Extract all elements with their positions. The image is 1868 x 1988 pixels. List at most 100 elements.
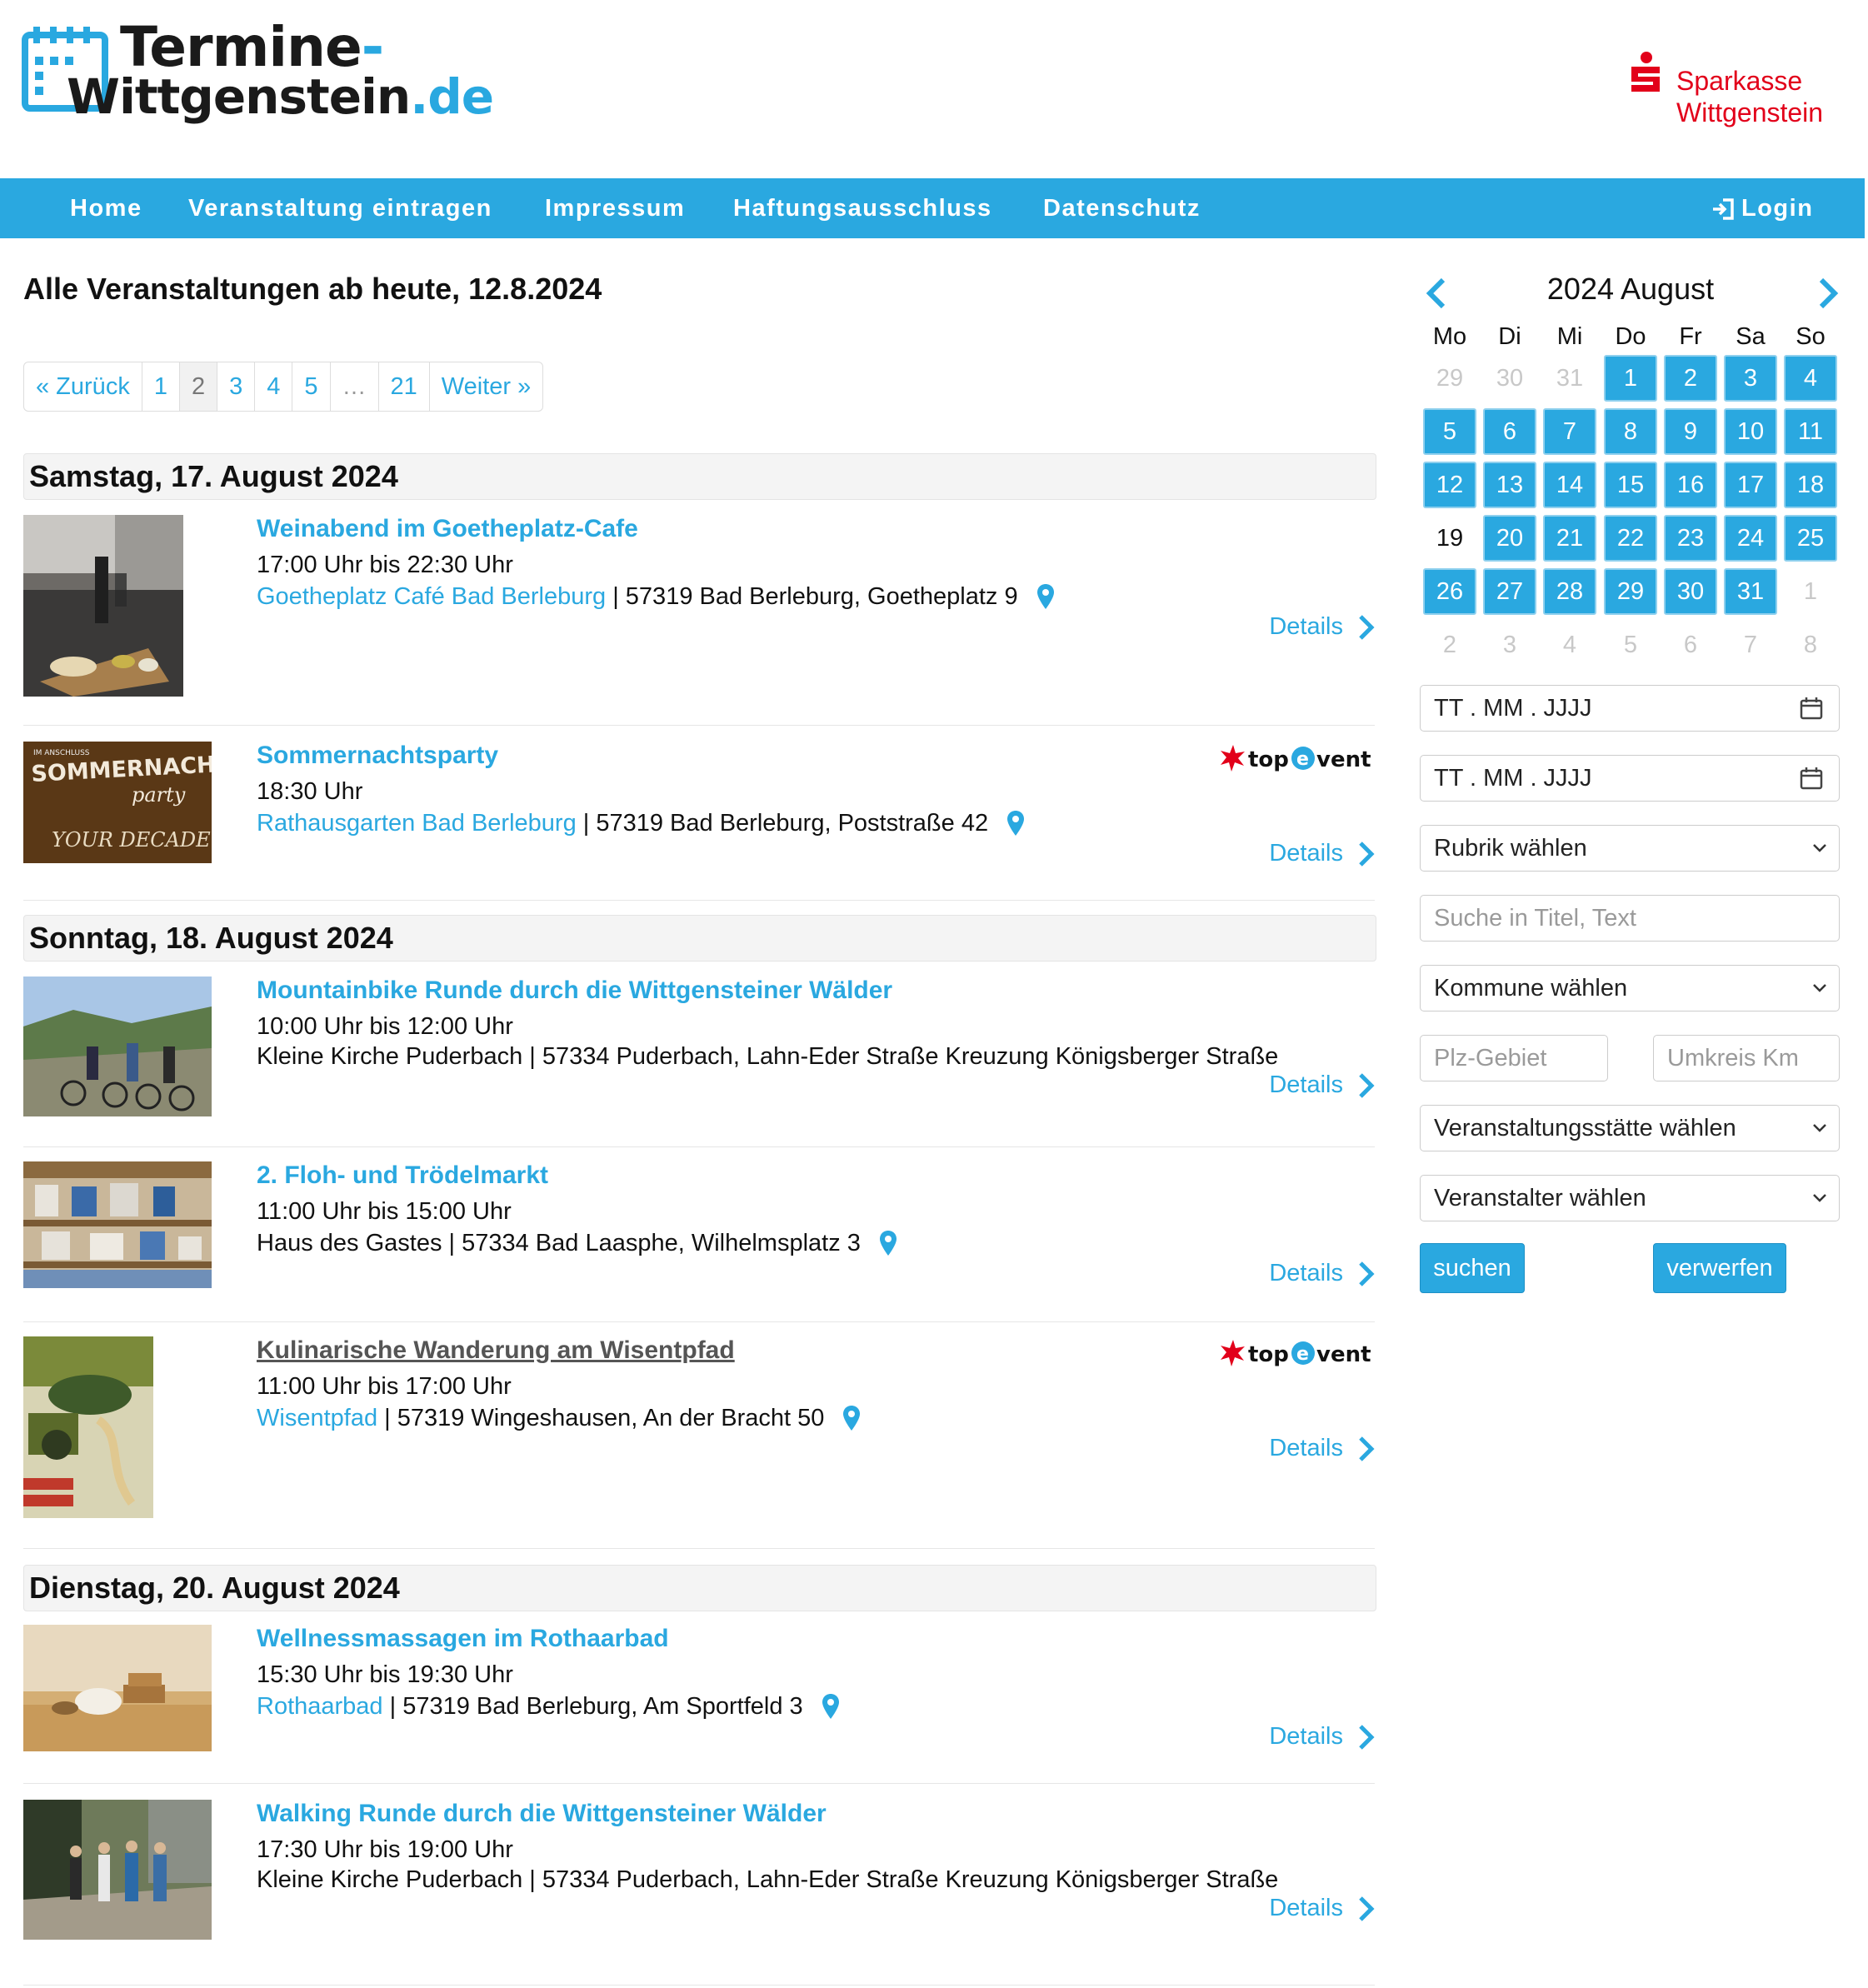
calendar-day[interactable]: 24 — [1724, 515, 1777, 562]
zip-input[interactable]: Plz-Gebiet — [1420, 1035, 1608, 1081]
reset-button[interactable]: verwerfen — [1653, 1243, 1786, 1293]
pagination-page-4[interactable]: 4 — [255, 362, 293, 411]
event-details-link[interactable]: Details — [1269, 613, 1375, 641]
calendar-day[interactable]: 3 — [1724, 355, 1777, 402]
calendar-day[interactable]: 15 — [1604, 462, 1657, 508]
calendar-day[interactable]: 9 — [1664, 408, 1717, 455]
calendar-day[interactable]: 5 — [1423, 408, 1476, 455]
calendar-day[interactable]: 6 — [1483, 408, 1536, 455]
event-venue-link[interactable]: Rathausgarten Bad Berleburg — [257, 810, 577, 837]
calendar-day[interactable]: 20 — [1483, 515, 1536, 562]
event-title[interactable]: Wellnessmassagen im Rothaarbad — [257, 1625, 669, 1653]
calendar-day[interactable]: 12 — [1423, 462, 1476, 508]
map-pin-icon[interactable] — [842, 1405, 861, 1431]
event-image[interactable] — [23, 1625, 212, 1751]
date-to-input[interactable]: TT . MM . JJJJ — [1420, 755, 1840, 802]
calendar-day[interactable]: 1 — [1604, 355, 1657, 402]
search-button[interactable]: suchen — [1420, 1243, 1525, 1293]
nav-home[interactable]: Home — [70, 178, 142, 238]
nav-imprint[interactable]: Impressum — [545, 178, 685, 238]
calendar-day[interactable]: 28 — [1543, 568, 1596, 615]
pagination-page-21[interactable]: 21 — [379, 362, 430, 411]
event-details-link[interactable]: Details — [1269, 1435, 1375, 1462]
event-title[interactable]: Sommernachtsparty — [257, 742, 498, 770]
event-details-link[interactable]: Details — [1269, 840, 1375, 867]
event-title[interactable]: Kulinarische Wanderung am Wisentpfad — [257, 1336, 735, 1365]
calendar-day[interactable]: 7 — [1543, 408, 1596, 455]
map-pin-icon[interactable] — [879, 1230, 897, 1256]
chevron-right-icon — [1359, 1073, 1375, 1099]
event-venue-link[interactable]: Rothaarbad — [257, 1693, 383, 1720]
event-image[interactable] — [23, 1161, 212, 1288]
event-image[interactable] — [23, 1336, 153, 1518]
event-details-link[interactable]: Details — [1269, 1260, 1375, 1287]
radius-input[interactable]: Umkreis Km — [1653, 1035, 1840, 1081]
event-image[interactable] — [23, 1800, 212, 1940]
event-image[interactable] — [23, 515, 183, 697]
calendar-icon[interactable] — [1799, 766, 1824, 791]
date-from-input[interactable]: TT . MM . JJJJ — [1420, 685, 1840, 732]
login-link[interactable]: Login — [1711, 178, 1813, 238]
calendar-day[interactable]: 21 — [1543, 515, 1596, 562]
calendar-day[interactable]: 23 — [1664, 515, 1717, 562]
sponsor-logo[interactable]: Sparkasse Wittgenstein — [1630, 52, 1830, 135]
pagination-page-2-current[interactable]: 2 — [179, 362, 218, 411]
pagination-prev[interactable]: « Zurück — [24, 362, 142, 411]
calendar-day[interactable]: 25 — [1784, 515, 1837, 562]
pagination-page-1[interactable]: 1 — [142, 362, 180, 411]
svg-text:e: e — [1296, 1344, 1309, 1365]
event-address: | 57319 Wingeshausen, An der Bracht 50 — [377, 1405, 825, 1431]
event-details-link[interactable]: Details — [1269, 1895, 1375, 1922]
calendar-day[interactable]: 4 — [1784, 355, 1837, 402]
calendar-icon[interactable] — [1799, 696, 1824, 721]
calendar-day[interactable]: 17 — [1724, 462, 1777, 508]
event-venue-link[interactable]: Wisentpfad — [257, 1405, 377, 1431]
nav-disclaimer[interactable]: Haftungsausschluss — [733, 178, 992, 238]
pagination-page-5[interactable]: 5 — [292, 362, 331, 411]
venue-select[interactable]: Veranstaltungsstätte wählen — [1420, 1105, 1840, 1151]
map-pin-icon[interactable] — [822, 1693, 840, 1720]
calendar-next-icon[interactable] — [1811, 275, 1845, 312]
event-image[interactable]: IM ANSCHLUSS SOMMERNACHTS party YOUR DEC… — [23, 742, 212, 863]
calendar-day[interactable]: 2 — [1664, 355, 1717, 402]
nav-add-event[interactable]: Veranstaltung eintragen — [188, 178, 492, 238]
sponsor-name: Sparkasse Wittgenstein — [1676, 66, 1824, 127]
event-item: top e vent Kulinarische Wanderung am Wis… — [23, 1336, 1375, 1549]
calendar-day[interactable]: 30 — [1664, 568, 1717, 615]
event-details-link[interactable]: Details — [1269, 1071, 1375, 1099]
map-pin-icon[interactable] — [1006, 810, 1025, 837]
organizer-select[interactable]: Veranstalter wählen — [1420, 1175, 1840, 1221]
event-title[interactable]: Mountainbike Runde durch die Wittgenstei… — [257, 977, 892, 1005]
calendar-day[interactable]: 27 — [1483, 568, 1536, 615]
event-details-link[interactable]: Details — [1269, 1723, 1375, 1751]
pagination-next[interactable]: Weiter » — [430, 362, 542, 411]
calendar-day[interactable]: 14 — [1543, 462, 1596, 508]
calendar-day[interactable]: 26 — [1423, 568, 1476, 615]
event-title[interactable]: Walking Runde durch die Wittgensteiner W… — [257, 1800, 827, 1828]
event-title[interactable]: Weinabend im Goetheplatz-Cafe — [257, 515, 638, 543]
site-logo[interactable]: Termine- Wittgenstein.de — [22, 15, 494, 128]
search-input[interactable]: Suche in Titel, Text — [1420, 895, 1840, 942]
nav-privacy[interactable]: Datenschutz — [1043, 178, 1201, 238]
map-pin-icon[interactable] — [1036, 583, 1055, 610]
event-title[interactable]: 2. Floh- und Trödelmarkt — [257, 1161, 548, 1190]
chevron-right-icon — [1359, 1436, 1375, 1462]
event-image[interactable] — [23, 977, 212, 1116]
calendar-day[interactable]: 10 — [1724, 408, 1777, 455]
event-venue-link[interactable]: Goetheplatz Café Bad Berleburg — [257, 583, 606, 610]
municipality-select[interactable]: Kommune wählen — [1420, 965, 1840, 1011]
calendar-day[interactable]: 31 — [1724, 568, 1777, 615]
calendar-day[interactable]: 11 — [1784, 408, 1837, 455]
calendar-day[interactable]: 29 — [1604, 568, 1657, 615]
pagination-page-3[interactable]: 3 — [217, 362, 256, 411]
calendar-day[interactable]: 16 — [1664, 462, 1717, 508]
category-select[interactable]: Rubrik wählen — [1420, 825, 1840, 872]
calendar-day[interactable]: 8 — [1604, 408, 1657, 455]
event-time: 11:00 Uhr bis 15:00 Uhr — [257, 1198, 512, 1225]
calendar-day[interactable]: 18 — [1784, 462, 1837, 508]
day-header-label: Sonntag, 18. August 2024 — [29, 921, 393, 955]
calendar-month-title: 2024 August — [1546, 272, 1715, 306]
calendar-day[interactable]: 22 — [1604, 515, 1657, 562]
calendar-day[interactable]: 13 — [1483, 462, 1536, 508]
chevron-right-icon — [1359, 1725, 1375, 1751]
